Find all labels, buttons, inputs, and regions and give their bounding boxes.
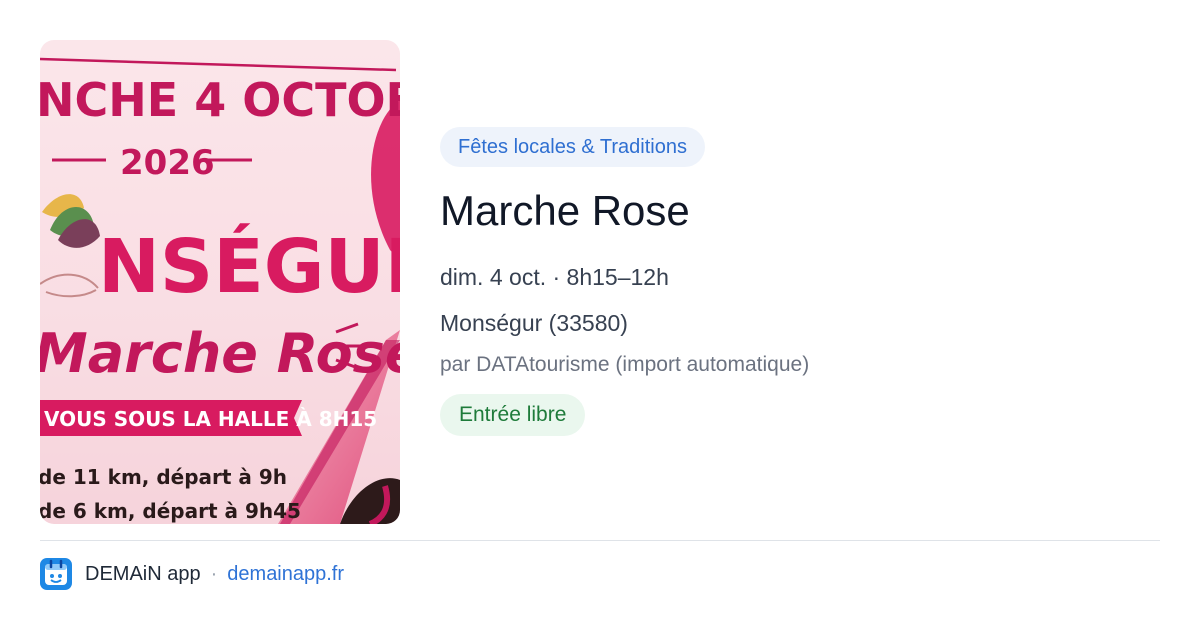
app-name: DEMAiN app — [85, 562, 201, 585]
poster-meeting-text: VOUS SOUS LA HALLE À 8H15 — [44, 407, 377, 431]
event-poster-image[interactable]: NCHE 4 OCTOBRE 2026 NSÉGUR Marche Rose V… — [40, 40, 400, 524]
event-source: par DATAtourisme (import automatique) — [440, 353, 810, 376]
footer-divider — [40, 540, 1160, 541]
footer: DEMAiN app · demainapp.fr — [40, 558, 344, 590]
poster-date-line: NCHE 4 OCTOBRE — [40, 73, 400, 127]
poster-town: NSÉGUR — [98, 222, 400, 310]
poster-route-1: de 11 km, départ à 9h — [40, 465, 287, 489]
event-title: Marche Rose — [440, 187, 690, 234]
demain-app-icon — [40, 558, 72, 590]
leaf-logo-icon — [40, 194, 100, 298]
poster-top-rule — [40, 57, 397, 72]
poster-route-2: de 6 km, départ à 9h45 — [40, 499, 301, 523]
price-badge: Entrée libre — [440, 394, 586, 436]
poster-event-name: Marche Rose — [40, 322, 400, 385]
event-location: Monségur (33580) — [440, 310, 628, 336]
event-date-time: dim. 4 oct. · 8h15–12h — [440, 264, 669, 290]
poster-year: 2026 — [120, 143, 215, 183]
footer-separator: · — [210, 562, 218, 585]
category-badge[interactable]: Fêtes locales & Traditions — [440, 127, 705, 167]
poster-art: NCHE 4 OCTOBRE 2026 NSÉGUR Marche Rose V… — [40, 57, 400, 524]
app-url-link[interactable]: demainapp.fr — [227, 563, 344, 586]
